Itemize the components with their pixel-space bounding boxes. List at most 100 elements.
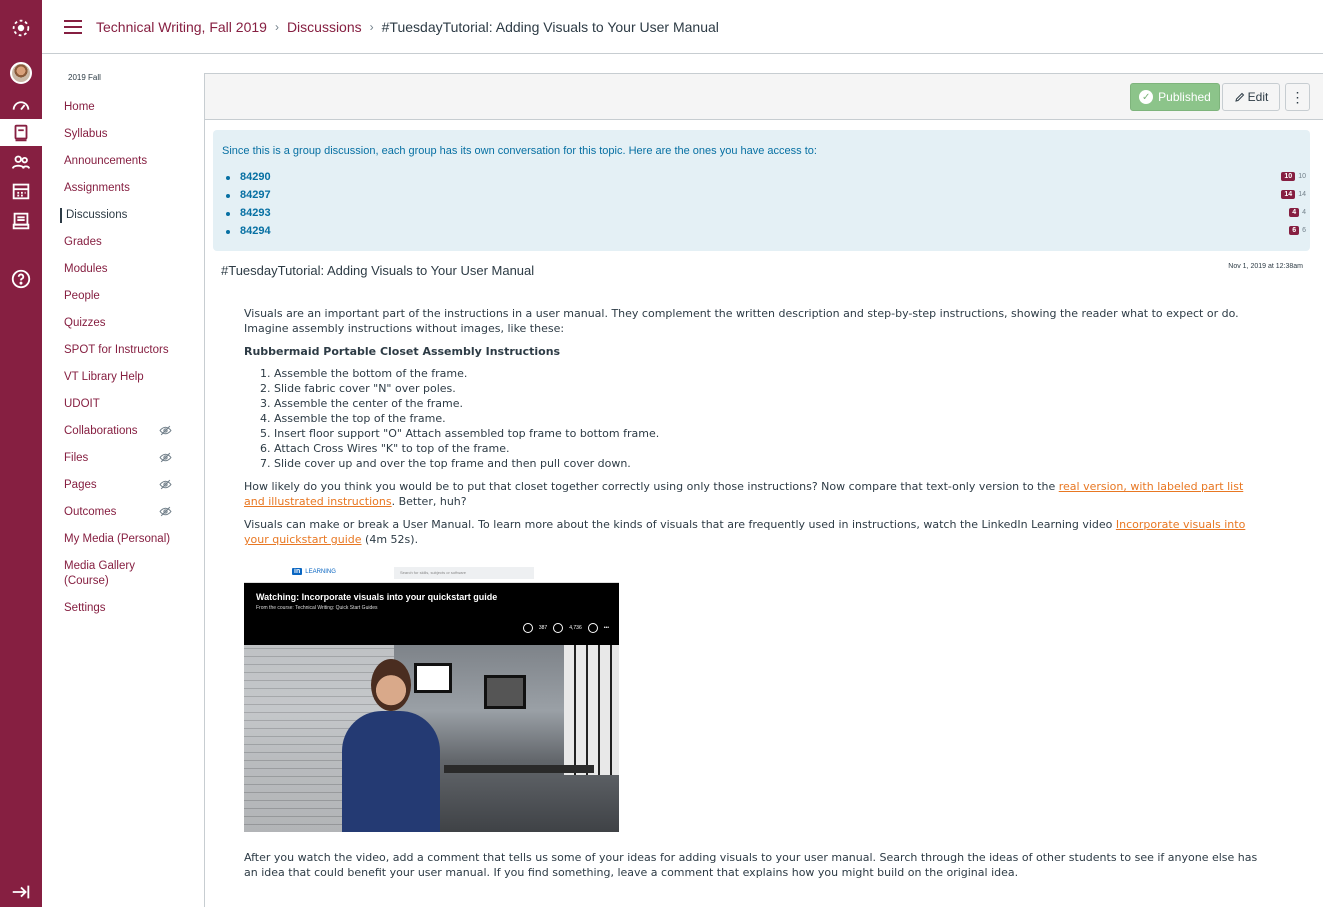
- instructions-list: Assemble the bottom of the frame. Slide …: [274, 366, 1264, 471]
- linkedin-learning-logo: in LEARNING: [292, 568, 336, 575]
- account-avatar[interactable]: [0, 59, 42, 86]
- hamburger-menu-icon[interactable]: [64, 20, 82, 34]
- course-nav-announcements[interactable]: Announcements: [64, 154, 214, 169]
- intro-paragraph: Visuals are an important part of the ins…: [244, 307, 1239, 335]
- group-link[interactable]: 84290: [240, 171, 271, 183]
- more-options-button[interactable]: ⋮: [1285, 83, 1310, 111]
- save-icon: [553, 623, 564, 633]
- list-item: Assemble the center of the frame.: [274, 396, 1264, 411]
- group-link[interactable]: 84297: [240, 189, 271, 201]
- total-count: 6: [1302, 227, 1306, 234]
- instructions-heading: Rubbermaid Portable Closet Assembly Inst…: [244, 345, 561, 358]
- course-nav-outcomes[interactable]: Outcomes: [64, 505, 214, 520]
- published-button[interactable]: ✓ Published: [1130, 83, 1220, 111]
- groups-icon[interactable]: [0, 148, 42, 175]
- course-nav-my-media[interactable]: My Media (Personal): [64, 532, 214, 547]
- linkedin-header: in LEARNING Search for skills, subjects o…: [244, 563, 619, 583]
- course-nav-library-help[interactable]: VT Library Help: [64, 370, 214, 385]
- unread-badge: 4: [1289, 208, 1300, 217]
- group-counts: 66: [1289, 226, 1306, 235]
- breadcrumb-separator-icon: ›: [369, 20, 374, 34]
- total-count: 14: [1298, 191, 1306, 198]
- page-header: Technical Writing, Fall 2019 › Discussio…: [42, 0, 1323, 54]
- visuals-text: Visuals can make or break a User Manual.…: [244, 518, 1116, 531]
- breadcrumb-course-link[interactable]: Technical Writing, Fall 2019: [96, 19, 267, 35]
- kebab-icon: ⋮: [1290, 88, 1305, 105]
- group-list-item: 84293 44: [226, 207, 1306, 221]
- course-nav-udoit[interactable]: UDOIT: [64, 397, 214, 412]
- discussion-toolbar: ✓ Published Edit ⋮: [205, 74, 1323, 120]
- course-nav-spot[interactable]: SPOT for Instructors: [64, 343, 214, 358]
- video-course-label: From the course: Technical Writing: Quic…: [256, 605, 378, 611]
- video-watching-title: Watching: Incorporate visuals into your …: [256, 592, 498, 602]
- group-link[interactable]: 84293: [240, 207, 271, 219]
- edit-button[interactable]: Edit: [1222, 83, 1280, 111]
- group-note: Since this is a group discussion, each g…: [222, 145, 817, 157]
- course-nav-pages[interactable]: Pages: [64, 478, 214, 493]
- course-nav-people[interactable]: People: [64, 289, 214, 304]
- group-counts: 10 10: [1281, 172, 1306, 181]
- hidden-eye-icon: [159, 506, 172, 517]
- inbox-icon[interactable]: [0, 207, 42, 234]
- video-controls: 387 4,736 •••: [522, 623, 609, 633]
- list-item: Slide fabric cover "N" over poles.: [274, 381, 1264, 396]
- bullet-icon: [226, 176, 230, 180]
- group-list-item: 84294 66: [226, 225, 1306, 239]
- course-nav-files[interactable]: Files: [64, 451, 214, 466]
- help-icon[interactable]: [0, 265, 42, 292]
- course-nav-home[interactable]: Home: [64, 100, 214, 115]
- canvas-logo-icon[interactable]: [0, 14, 42, 41]
- bullet-icon: [226, 194, 230, 198]
- breadcrumb-discussions-link[interactable]: Discussions: [287, 19, 362, 35]
- course-nav-syllabus[interactable]: Syllabus: [64, 127, 214, 142]
- course-nav-assignments[interactable]: Assignments: [64, 181, 214, 196]
- visuals-paragraph: Visuals can make or break a User Manual.…: [244, 517, 1264, 547]
- course-nav: 2019 Fall Home Syllabus Announcements As…: [42, 54, 202, 907]
- hidden-eye-icon: [159, 452, 172, 463]
- topic-date: Nov 1, 2019 at 12:38am: [1228, 263, 1303, 270]
- list-item: Insert floor support "O" Attach assemble…: [274, 426, 1264, 441]
- compare-paragraph: How likely do you think you would be to …: [244, 479, 1264, 509]
- topic-title: #TuesdayTutorial: Adding Visuals to Your…: [221, 263, 535, 278]
- list-item: Assemble the bottom of the frame.: [274, 366, 1264, 381]
- course-nav-label: Outcomes: [64, 506, 117, 518]
- group-list-item: 84297 14 14: [226, 189, 1306, 203]
- unread-badge: 6: [1289, 226, 1300, 235]
- collapse-nav-icon[interactable]: [0, 878, 42, 905]
- courses-icon[interactable]: [0, 119, 42, 146]
- breadcrumb-current: #TuesdayTutorial: Adding Visuals to Your…: [381, 19, 719, 35]
- global-nav: [0, 0, 42, 907]
- list-item: Attach Cross Wires "K" to top of the fra…: [274, 441, 1264, 456]
- course-nav-settings[interactable]: Settings: [64, 601, 214, 616]
- hidden-eye-icon: [159, 425, 172, 436]
- discussion-content: ✓ Published Edit ⋮ Since this is a group…: [204, 73, 1323, 907]
- share-icon: [587, 623, 598, 633]
- pencil-icon: [1234, 92, 1244, 102]
- bullet-icon: [226, 212, 230, 216]
- published-label: Published: [1158, 90, 1211, 104]
- group-list-item: 84290 10 10: [226, 171, 1306, 185]
- course-nav-discussions[interactable]: Discussions: [60, 208, 210, 223]
- list-item: Slide cover up and over the top frame an…: [274, 456, 1264, 471]
- list-item: Assemble the top of the frame.: [274, 411, 1264, 426]
- dashboard-icon[interactable]: [0, 91, 42, 118]
- group-link[interactable]: 84294: [240, 225, 271, 237]
- video-screenshot[interactable]: in LEARNING Search for skills, subjects o…: [244, 563, 619, 832]
- course-nav-quizzes[interactable]: Quizzes: [64, 316, 214, 331]
- check-icon: ✓: [1139, 90, 1154, 104]
- compare-text-end: . Better, huh?: [391, 495, 467, 508]
- video-frame: [244, 645, 619, 832]
- course-nav-grades[interactable]: Grades: [64, 235, 214, 250]
- course-nav-label: Files: [64, 452, 89, 464]
- hidden-eye-icon: [159, 479, 172, 490]
- calendar-icon[interactable]: [0, 177, 42, 204]
- course-term: 2019 Fall: [68, 73, 101, 82]
- group-discussion-box: Since this is a group discussion, each g…: [213, 130, 1310, 251]
- course-nav-media-gallery[interactable]: Media Gallery (Course): [64, 559, 154, 589]
- video-search-input: Search for skills, subjects or software: [394, 567, 534, 579]
- course-nav-collaborations[interactable]: Collaborations: [64, 424, 214, 439]
- breadcrumb: Technical Writing, Fall 2019 › Discussio…: [96, 19, 719, 35]
- edit-label: Edit: [1247, 90, 1269, 104]
- topic-body: Visuals are an important part of the ins…: [244, 306, 1264, 555]
- course-nav-modules[interactable]: Modules: [64, 262, 214, 277]
